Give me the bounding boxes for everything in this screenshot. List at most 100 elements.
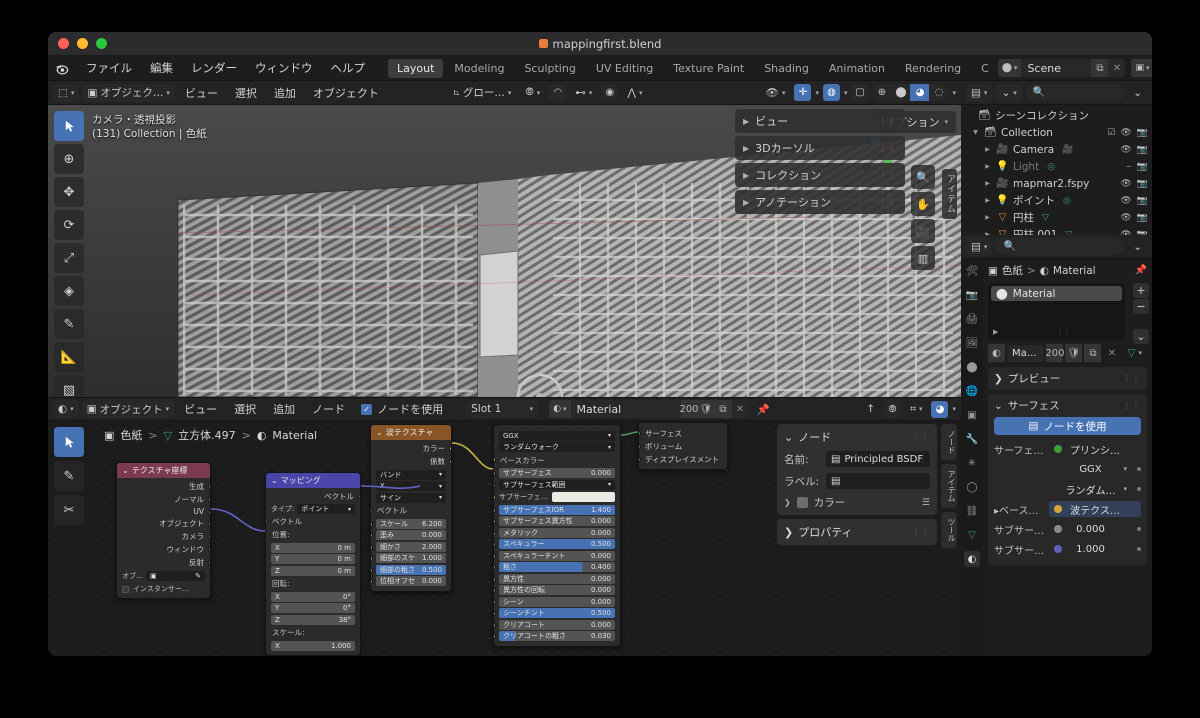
wave-detail-roughness-field[interactable]: 細部の粗さ 0.500 [371, 564, 446, 575]
menu-help[interactable]: ヘルプ [322, 57, 375, 79]
outliner-row-controls[interactable]: ☑ 👁 📷 [1107, 128, 1148, 138]
socket-reflection[interactable]: 反射 [117, 556, 210, 569]
outliner-filter-button[interactable]: ⌄ [1128, 84, 1147, 102]
socket-dot[interactable] [371, 567, 373, 573]
outliner-row-controls[interactable]: 👁 📷 [1120, 213, 1148, 223]
eye-icon[interactable]: 👁 [1120, 196, 1131, 206]
socket-volume-in[interactable]: ボリューム [639, 440, 727, 453]
eye-icon[interactable]: 👁 [1120, 179, 1131, 189]
principled-specular-field[interactable]: スペキュラー 0.500 [494, 539, 615, 549]
node-mapping[interactable]: ⌄ マッピング ベクトル タイプ: ポイント ▾ ベクトル 位置: X 0 m … [265, 472, 361, 656]
socket-dot[interactable] [494, 622, 496, 628]
camera-icon[interactable]: 📷 [1137, 162, 1148, 172]
shader-properties-title[interactable]: ❯ プロパティ ⋮⋮ [784, 524, 930, 540]
tab-layout[interactable]: Layout [388, 58, 444, 78]
tool-add-cube[interactable]: ▧ [54, 375, 84, 397]
tab-render-icon[interactable]: 📷 [964, 287, 980, 303]
tab-shading[interactable]: Shading [755, 59, 818, 78]
camera-icon[interactable]: 📷 [1137, 213, 1148, 223]
collection-checkbox[interactable]: ☑ [1107, 128, 1115, 138]
use-nodes-checkbox[interactable]: ✓ [361, 403, 373, 415]
outliner-row-light[interactable]: ▶ 💡 Light ◎ ⌣ 📷 [961, 158, 1152, 175]
mapping-location-x[interactable]: X 0 m [271, 542, 355, 553]
show-overlays-icon[interactable]: ◍ [822, 84, 840, 101]
shader-vtab-item[interactable]: アイテム [941, 464, 957, 508]
principled-distribution-select[interactable]: GGX ▾ [499, 430, 615, 441]
add-material-slot-button[interactable]: + [1133, 283, 1149, 298]
outliner-row-controls[interactable]: 👁 📷 [1120, 196, 1148, 206]
instancer-checkbox[interactable] [122, 585, 129, 593]
shader-node-panel-title[interactable]: ⌄ ノード ⋮⋮ [784, 429, 930, 445]
surface-shader-field[interactable]: プリンシ… [1049, 441, 1141, 457]
outliner-row-mapmar2[interactable]: ▶ 🎥 mapmar2.fspy 👁 📷 [961, 175, 1152, 192]
socket-dot[interactable] [208, 484, 210, 489]
viewport-3d[interactable]: ⊕ ✥ ⟳ ⤢ ◈ ✎ 📐 ▧ カメラ・透視投影 (131) Collectio… [48, 105, 961, 397]
sidebar-vertical-tab-item[interactable]: アイテム [942, 169, 957, 219]
material-users-count[interactable]: 200 [679, 400, 699, 418]
xray-toggle-icon[interactable]: ▢ [851, 84, 869, 101]
properties-search-input[interactable]: 🔍 [996, 238, 1125, 255]
node-color-row[interactable]: ❯ カラー ☰ [784, 495, 930, 510]
shader-properties-panel[interactable]: ❯ プロパティ ⋮⋮ [777, 519, 937, 545]
tool-rotate[interactable]: ⟳ [54, 210, 84, 240]
pivot-point-icon[interactable]: ◉ [601, 84, 619, 101]
principled-sss-radius-select[interactable]: サブサーフェス範囲 ▾ [494, 479, 615, 490]
socket-dot[interactable] [494, 588, 496, 593]
tab-data-icon[interactable]: ▽ [964, 527, 980, 543]
expand-arrow[interactable]: ▶ [983, 163, 992, 170]
wave-scale-field[interactable]: スケール 6.200 [371, 518, 446, 529]
properties-breadcrumb-object[interactable]: 色紙 [1002, 263, 1023, 278]
socket-displacement-in[interactable]: ディスプレイスメント [639, 453, 727, 466]
outliner-row-controls[interactable]: 👁 📷 [1120, 145, 1148, 155]
slot-resize-grip[interactable]: ⋮⋮ [1057, 328, 1071, 336]
outliner-row-cylinder-001[interactable]: ▶ ▽ 円柱.001 ▽ 👁 📷 [961, 226, 1152, 235]
properties-filter-button[interactable]: ⌄ [1128, 238, 1147, 256]
viewlayer-selector[interactable]: ▣▾ ViewLayer ⧉ ✕ [1131, 59, 1152, 77]
delete-scene-button[interactable]: ✕ [1108, 59, 1125, 77]
camera-icon[interactable]: 📷 [1137, 145, 1148, 155]
menu-window[interactable]: ウィンドウ [246, 57, 322, 79]
shader-vtab-node[interactable]: ノード [941, 424, 957, 460]
panel-preview[interactable]: ❯ プレビュー ⋮⋮ [988, 367, 1147, 390]
unlink-material-button[interactable]: ✕ [1103, 344, 1120, 362]
browse-material-icon[interactable]: ◐ [988, 344, 1005, 362]
socket-dot[interactable] [208, 521, 210, 526]
socket-dot[interactable] [208, 560, 210, 565]
pin-icon[interactable]: 📌 [1135, 265, 1147, 276]
node-name-input[interactable]: ▤ Principled BSDF [826, 451, 930, 467]
node-label-input[interactable]: ▤ [826, 473, 930, 489]
unlink-material-button[interactable]: ✕ [732, 400, 749, 418]
wave-detail-scale-field[interactable]: 細部のスケ 1.000 [371, 553, 446, 563]
socket-dot[interactable] [371, 508, 373, 513]
wave-distortion-field[interactable]: 歪み 0.000 [371, 530, 446, 540]
socket-dot[interactable] [371, 556, 373, 561]
object-mode-selector[interactable]: ▣ オブジェク… ▾ [82, 83, 175, 102]
eye-icon[interactable]: 👁 [1120, 128, 1131, 138]
material-users-count[interactable]: 200 [1045, 344, 1064, 362]
socket-vector-in[interactable]: ベクトル [266, 515, 360, 528]
node-wave-header[interactable]: ⌄ 波テクスチャ [371, 425, 451, 440]
tool-select-box[interactable] [54, 111, 84, 141]
camera-icon[interactable]: 📷 [1137, 196, 1148, 206]
node-tool-links-cut[interactable]: ✂ [54, 495, 84, 525]
principled-sheen-field[interactable]: シーン 0.000 [494, 596, 615, 607]
animate-dot[interactable] [1137, 487, 1141, 491]
remove-material-slot-button[interactable]: − [1133, 299, 1149, 314]
camera-icon[interactable]: 📷 [1137, 230, 1148, 236]
viewport-menu-object[interactable]: オブジェクト [306, 85, 386, 101]
mapping-scale-x[interactable]: X 1.000 [271, 640, 355, 651]
shading-solid-icon[interactable]: ⬤ [891, 84, 910, 101]
pin-node-tree-icon[interactable]: 📌 [752, 400, 775, 418]
proportional-falloff-selector[interactable]: ⊷ ▾ [570, 84, 597, 102]
animate-dot[interactable] [1137, 527, 1141, 531]
socket-dot[interactable] [494, 471, 496, 476]
wave-detail-field[interactable]: 細かさ 2.000 [371, 541, 446, 552]
socket-dot[interactable] [494, 599, 496, 605]
subsurface-field[interactable]: 0.000 [1049, 521, 1132, 537]
fake-user-button[interactable]: 🛡 [1065, 344, 1083, 362]
principled-specular-tint-field[interactable]: スペキュラーチント 0.000 [494, 550, 615, 561]
node-principled-bsdf[interactable]: GGX ▾ ランダムウォーク ▾ ベースカラー サブサーフェス 0.000 サブ… [493, 424, 621, 647]
overlay-dropdown-icon[interactable]: ▾ [844, 89, 848, 97]
tool-annotate[interactable]: ✎ [54, 309, 84, 339]
wave-direction-select[interactable]: X ▾ [376, 481, 446, 491]
